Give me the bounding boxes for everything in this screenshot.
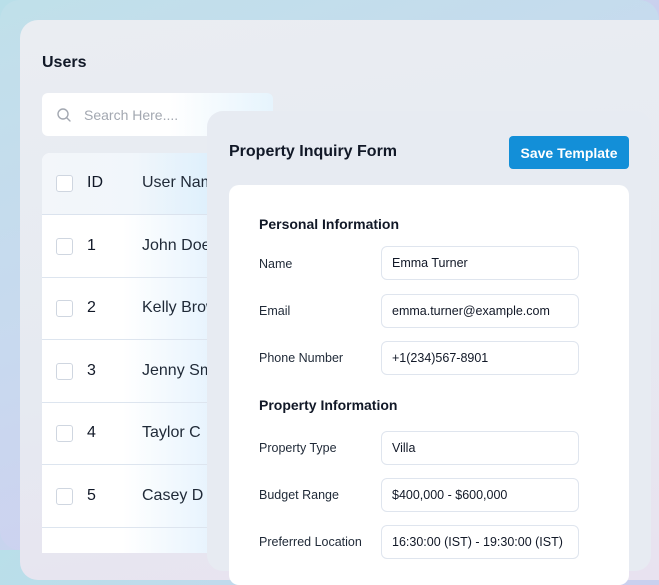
table-header: ID User Name — [42, 153, 223, 215]
phone-field[interactable]: +1(234)567-8901 — [381, 341, 579, 375]
row-id: 3 — [87, 362, 96, 379]
label-preferred-location: Preferred Location — [259, 535, 362, 549]
table-row[interactable]: 5 Casey D — [42, 465, 222, 528]
row-user-name: Taylor C — [142, 424, 201, 441]
column-header-id[interactable]: ID — [87, 174, 103, 192]
save-template-button[interactable]: Save Template — [509, 136, 629, 169]
select-all-checkbox[interactable] — [56, 175, 73, 192]
email-field[interactable]: emma.turner@example.com — [381, 294, 579, 328]
users-title: Users — [42, 54, 87, 71]
section-personal-information: Personal Information — [259, 216, 400, 232]
preferred-location-field[interactable]: 16:30:00 (IST) - 19:30:00 (IST) — [381, 525, 579, 559]
row-checkbox[interactable] — [56, 363, 73, 380]
property-inquiry-modal: Property Inquiry Form Save Template Pers… — [207, 111, 651, 585]
row-checkbox[interactable] — [56, 488, 73, 505]
name-field[interactable]: Emma Turner — [381, 246, 579, 280]
table-row[interactable]: 4 Taylor C — [42, 402, 222, 465]
table-row[interactable]: 3 Jenny Smith — [42, 340, 230, 403]
search-placeholder: Search Here.... — [84, 106, 179, 123]
row-checkbox[interactable] — [56, 238, 73, 255]
label-email: Email — [259, 304, 291, 318]
table-row[interactable]: 1 John Doe — [42, 215, 222, 278]
property-type-field[interactable]: Villa — [381, 431, 579, 465]
row-id: 5 — [87, 487, 96, 504]
label-name: Name — [259, 257, 293, 271]
label-property-type: Property Type — [259, 441, 337, 455]
label-phone: Phone Number — [259, 351, 344, 365]
row-checkbox[interactable] — [56, 300, 73, 317]
table-row[interactable]: 2 Kelly Brown — [42, 277, 226, 340]
budget-range-field[interactable]: $400,000 - $600,000 — [381, 478, 579, 512]
row-user-name: John Doe — [142, 237, 211, 254]
label-budget-range: Budget Range — [259, 488, 339, 502]
row-checkbox[interactable] — [56, 425, 73, 442]
row-id: 1 — [87, 237, 96, 254]
search-icon — [57, 107, 71, 122]
form-card: Personal Information Name Emma Turner Em… — [229, 185, 629, 585]
row-id: 2 — [87, 299, 96, 316]
row-user-name: Casey D — [142, 487, 204, 504]
users-table: ID User Name 1 John Doe 2 Kelly Brown 3 … — [42, 153, 230, 553]
row-id: 4 — [87, 424, 96, 441]
section-property-information: Property Information — [259, 397, 398, 413]
modal-title: Property Inquiry Form — [229, 143, 398, 160]
